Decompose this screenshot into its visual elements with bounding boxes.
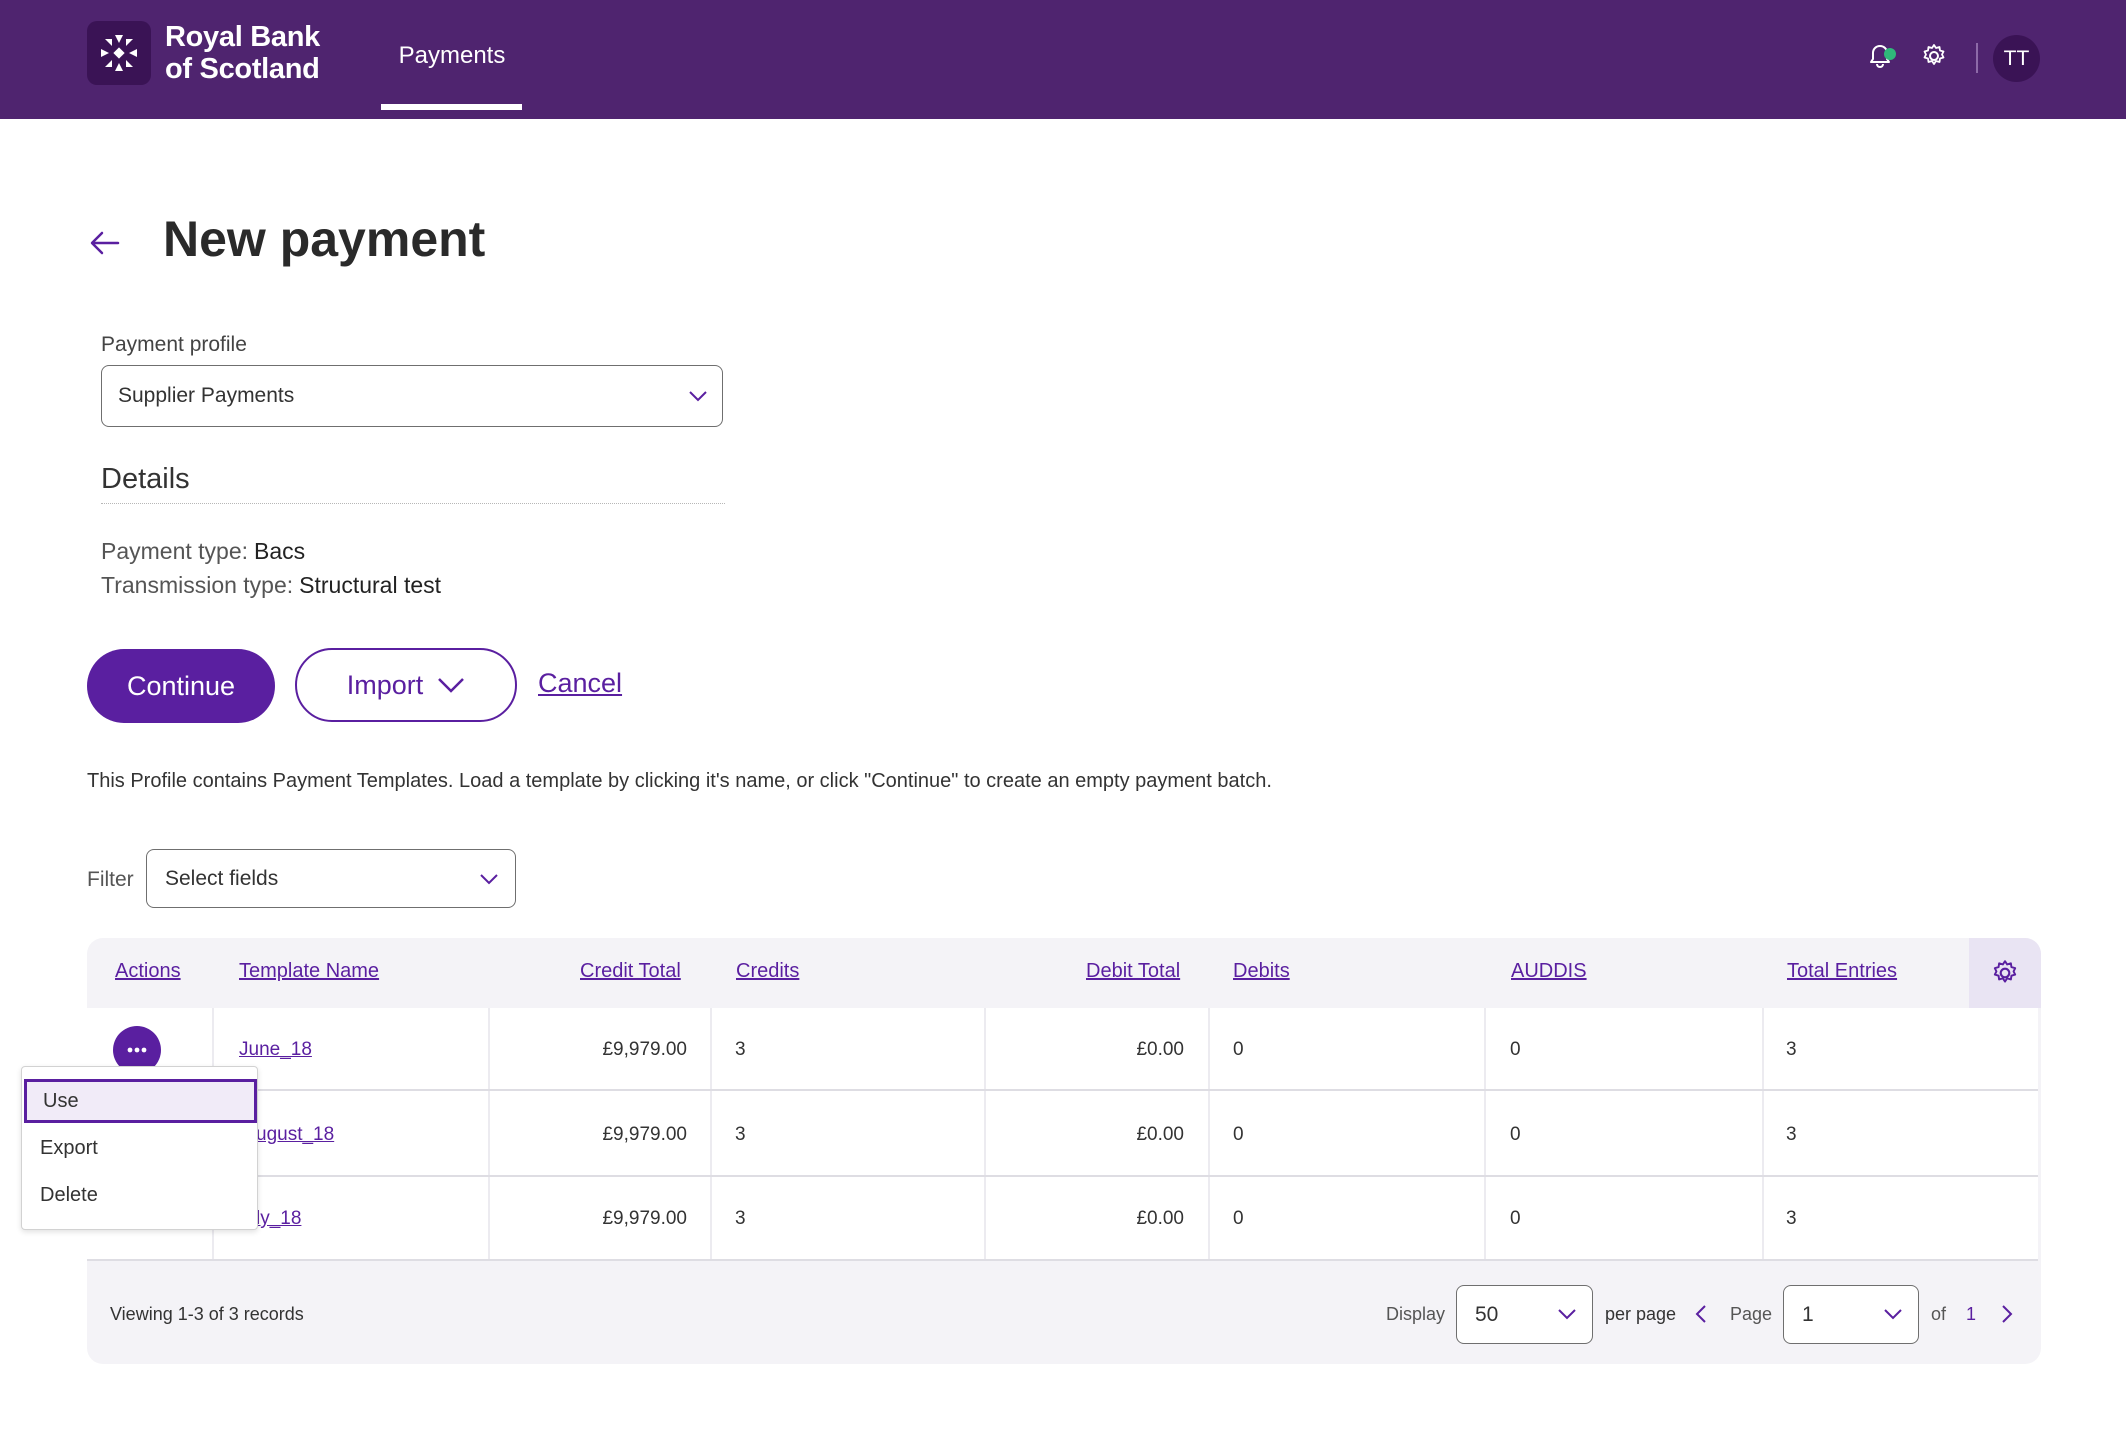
column-header-actions[interactable]: Actions — [115, 960, 181, 983]
column-divider — [1762, 1008, 1764, 1260]
row-divider — [87, 1259, 2038, 1261]
transmission-type-label: Transmission type: — [101, 572, 294, 598]
notification-dot — [1884, 48, 1896, 60]
filter-label: Filter — [87, 868, 134, 891]
payment-profile-label: Payment profile — [101, 333, 247, 356]
menu-item-use[interactable]: Use — [24, 1079, 257, 1123]
total-entries-cell: 3 — [1786, 1124, 1797, 1145]
credit-total-cell: £9,979.00 — [602, 1124, 687, 1145]
transmission-type-value: Structural test — [299, 572, 442, 598]
gear-icon[interactable] — [1920, 42, 1948, 70]
debit-total-cell: £0.00 — [1136, 1039, 1184, 1060]
credits-cell: 3 — [735, 1208, 746, 1229]
per-page-select[interactable]: 50 — [1456, 1285, 1593, 1344]
details-heading: Details — [101, 463, 190, 495]
column-divider — [1208, 1008, 1210, 1260]
credits-cell: 3 — [735, 1124, 746, 1145]
table-settings-button[interactable] — [1969, 938, 2041, 1008]
debits-cell: 0 — [1233, 1039, 1244, 1060]
page-select-value: 1 — [1802, 1302, 1814, 1326]
logo-line-2: of Scotland — [165, 53, 320, 85]
debit-total-cell: £0.00 — [1136, 1208, 1184, 1229]
row-divider — [87, 1089, 2038, 1091]
bank-logo[interactable]: Royal Bank of Scotland — [87, 21, 320, 85]
debit-total-cell: £0.00 — [1136, 1124, 1184, 1145]
credits-cell: 3 — [735, 1039, 746, 1060]
payment-type-row: Payment type: Bacs — [101, 538, 305, 565]
filter-select[interactable]: Select fields — [146, 849, 516, 908]
import-button[interactable]: Import — [295, 648, 517, 722]
chevron-right-icon[interactable] — [2000, 1304, 2014, 1324]
column-divider — [1484, 1008, 1486, 1260]
total-entries-cell: 3 — [1786, 1039, 1797, 1060]
logo-line-1: Royal Bank — [165, 21, 320, 53]
column-header-debit-total[interactable]: Debit Total — [1086, 960, 1180, 983]
filter-placeholder: Select fields — [165, 866, 279, 890]
debits-cell: 0 — [1233, 1124, 1244, 1145]
display-label: Display — [1386, 1304, 1446, 1324]
total-pages: 1 — [1966, 1304, 1977, 1324]
info-text: This Profile contains Payment Templates.… — [87, 770, 1272, 792]
chevron-down-icon — [689, 391, 707, 402]
chevron-down-icon — [480, 874, 498, 885]
page-title: New payment — [163, 211, 486, 267]
header-divider — [1976, 43, 1978, 73]
column-header-auddis[interactable]: AUDDIS — [1511, 960, 1587, 983]
tab-payments[interactable]: Payments — [382, 0, 522, 111]
credit-total-cell: £9,979.00 — [602, 1208, 687, 1229]
of-label: of — [1931, 1304, 1947, 1324]
column-header-total-entries[interactable]: Total Entries — [1787, 960, 1897, 983]
payment-type-value: Bacs — [254, 538, 306, 564]
debits-cell: 0 — [1233, 1208, 1244, 1229]
row-divider — [87, 1175, 2038, 1177]
chevron-down-icon — [438, 678, 465, 693]
menu-item-delete[interactable]: Delete — [22, 1173, 259, 1217]
auddis-cell: 0 — [1510, 1039, 1521, 1060]
column-header-template-name[interactable]: Template Name — [239, 960, 379, 983]
import-button-label: Import — [346, 669, 424, 700]
column-divider — [488, 1008, 490, 1260]
column-divider — [710, 1008, 712, 1260]
template-name-link[interactable]: ly_18 — [256, 1208, 301, 1230]
auddis-cell: 0 — [1510, 1124, 1521, 1145]
cancel-link[interactable]: Cancel — [538, 668, 622, 699]
auddis-cell: 0 — [1510, 1208, 1521, 1229]
page-label: Page — [1730, 1304, 1773, 1324]
menu-item-export[interactable]: Export — [22, 1126, 259, 1170]
active-tab-indicator — [381, 104, 522, 110]
chevron-down-icon — [1558, 1309, 1576, 1320]
logo-text: Royal Bank of Scotland — [165, 21, 320, 85]
page-select[interactable]: 1 — [1783, 1285, 1919, 1344]
payment-type-label: Payment type: — [101, 538, 249, 564]
logo-mark-icon — [87, 21, 151, 85]
template-name-link[interactable]: June_18 — [239, 1039, 312, 1061]
chevron-left-icon[interactable] — [1694, 1304, 1708, 1324]
column-divider — [984, 1008, 986, 1260]
records-summary: Viewing 1-3 of 3 records — [110, 1304, 304, 1324]
payment-profile-select[interactable]: Supplier Payments — [101, 365, 723, 427]
back-arrow-icon[interactable] — [88, 226, 122, 260]
total-entries-cell: 3 — [1786, 1208, 1797, 1229]
chevron-down-icon — [1884, 1309, 1902, 1320]
transmission-type-row: Transmission type: Structural test — [101, 572, 441, 599]
column-header-debits[interactable]: Debits — [1233, 960, 1290, 983]
payment-profile-value: Supplier Payments — [118, 384, 295, 407]
details-divider — [101, 503, 725, 504]
user-avatar[interactable]: TT — [1993, 35, 2040, 82]
per-page-value: 50 — [1475, 1302, 1499, 1326]
column-header-credits[interactable]: Credits — [736, 960, 799, 983]
template-name-link[interactable]: ugust_18 — [256, 1124, 334, 1146]
templates-table-body — [87, 1008, 2038, 1260]
gear-icon — [1993, 960, 2017, 983]
per-page-label: per page — [1605, 1304, 1677, 1324]
credit-total-cell: £9,979.00 — [602, 1039, 687, 1060]
more-horizontal-icon — [127, 1047, 147, 1053]
row-actions-menu: Use Export Delete — [21, 1066, 258, 1230]
continue-button[interactable]: Continue — [87, 649, 275, 723]
column-header-credit-total[interactable]: Credit Total — [580, 960, 681, 983]
